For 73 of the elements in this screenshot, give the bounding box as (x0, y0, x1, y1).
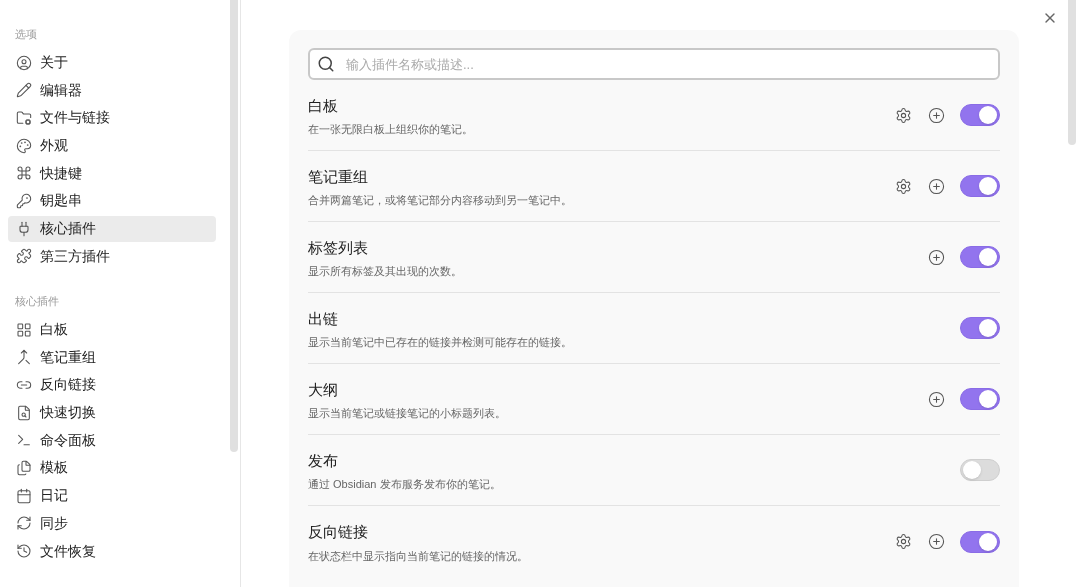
add-hotkey-button[interactable] (927, 176, 946, 196)
palette-icon (16, 137, 32, 154)
plus-circle-icon (928, 106, 945, 124)
section-heading: 选项 (14, 27, 38, 42)
plugin-description: 显示所有标签及其出现的次数。 (308, 264, 463, 279)
add-hotkey-button[interactable] (927, 105, 946, 125)
history-icon (16, 543, 32, 559)
plugin-name: 白板 (308, 95, 339, 116)
search-field[interactable]: 输入插件名称或描述... (308, 48, 1000, 80)
add-hotkey-button[interactable] (927, 247, 946, 267)
sidebar-item[interactable]: 快速切换 (8, 399, 216, 426)
toggle-switch[interactable] (960, 317, 1000, 339)
settings-icon (895, 177, 912, 195)
toggle-switch[interactable] (960, 246, 1000, 268)
settings-icon (895, 106, 912, 124)
sidebar-item[interactable]: 命令面板 (8, 427, 216, 454)
add-hotkey-button[interactable] (927, 389, 946, 409)
plugin-name: 标签列表 (308, 237, 369, 258)
sidebar-item[interactable]: 快捷键 (8, 160, 216, 187)
settings-button[interactable] (894, 105, 913, 125)
command-key-icon (16, 165, 32, 182)
sidebar-item[interactable]: 文件与链接 (8, 104, 216, 131)
plugin-description: 合并两篇笔记，或将笔记部分内容移动到另一笔记中。 (308, 193, 573, 208)
plugin-name: 笔记重组 (308, 166, 369, 187)
sync-icon (16, 515, 32, 532)
calendar-icon (16, 487, 32, 504)
plugin-description: 显示当前笔记或链接笔记的小标题列表。 (308, 406, 507, 421)
settings-button[interactable] (894, 532, 913, 551)
folder-gear-icon (16, 109, 32, 126)
settings-icon (895, 533, 912, 550)
plus-circle-icon (928, 390, 945, 408)
sidebar-item[interactable]: 第三方插件 (8, 243, 216, 270)
sidebar-item[interactable]: 笔记重组 (8, 344, 216, 371)
plus-circle-icon (928, 248, 945, 266)
plugin-description: 通过 Obsidian 发布服务发布你的笔记。 (308, 477, 502, 492)
user-circle-icon (16, 54, 32, 71)
sidebar-item[interactable]: 外观 (8, 132, 216, 159)
sidebar-item[interactable]: 文件恢复 (8, 538, 216, 564)
sidebar-item[interactable]: 编辑器 (8, 77, 216, 104)
toggle-switch[interactable] (960, 388, 1000, 410)
plugin-name: 出链 (308, 308, 339, 329)
toggle-switch[interactable] (960, 175, 1000, 197)
plus-circle-icon (928, 533, 945, 550)
sidebar-item[interactable]: 同步 (8, 510, 216, 537)
settings-button[interactable] (894, 176, 913, 196)
add-hotkey-button[interactable] (927, 532, 946, 551)
plus-circle-icon (928, 177, 945, 195)
toggle-switch[interactable] (960, 104, 1000, 126)
pencil-icon (16, 82, 32, 99)
sidebar-item[interactable]: 钥匙串 (8, 187, 216, 214)
plugin-description: 在一张无限白板上组织你的笔记。 (308, 122, 474, 137)
sidebar-item[interactable]: 白板 (8, 316, 216, 343)
toggle-switch[interactable] (960, 459, 1000, 481)
merge-icon (16, 349, 32, 366)
section-heading: 核心插件 (14, 294, 60, 309)
file-search-icon (16, 404, 32, 421)
key-icon (16, 192, 32, 209)
sidebar-item[interactable]: 关于 (8, 49, 216, 76)
plugin-name: 发布 (308, 450, 339, 471)
plug-icon (16, 220, 32, 237)
plugin-description: 显示当前笔记中已存在的链接并检测可能存在的链接。 (308, 335, 573, 350)
plugin-description: 在状态栏中显示指向当前笔记的链接的情况。 (308, 548, 529, 564)
puzzle-icon (16, 248, 32, 265)
plugin-name: 反向链接 (308, 522, 369, 542)
grid-icon (16, 321, 32, 338)
plugin-name: 大纲 (308, 379, 339, 400)
files-icon (16, 459, 32, 476)
sidebar-item[interactable]: 核心插件 (8, 215, 216, 242)
sidebar-item[interactable]: 日记 (8, 482, 216, 509)
toggle-switch[interactable] (960, 530, 1000, 553)
sidebar-item[interactable]: 反向链接 (8, 371, 216, 398)
sidebar-item[interactable]: 模板 (8, 454, 216, 481)
search-icon (317, 55, 335, 73)
